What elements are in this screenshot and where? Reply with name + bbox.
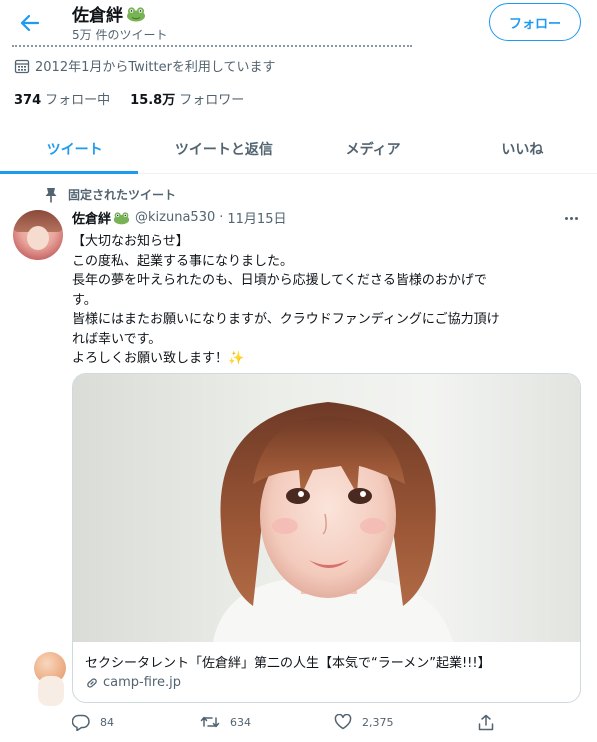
reply-icon (72, 714, 90, 731)
card-domain-text: camp-fire.jp (103, 675, 181, 690)
tweet-line: す。 (72, 292, 97, 308)
following-label: フォロー中 (45, 93, 111, 108)
follow-stats: 374 フォロー中 15.8万 フォロワー (14, 89, 244, 108)
tab-label: いいね (501, 141, 544, 158)
tweet-line-last: よろしくお願い致します！✨ (72, 349, 572, 369)
tab-tweets[interactable]: ツイート (0, 124, 149, 174)
profile-tabs: ツイート ツイートと返信 メディア いいね (0, 124, 597, 174)
follow-button[interactable]: フォロー (489, 3, 581, 41)
profile-title: 佐倉絆 (72, 1, 146, 26)
tweet-line: よろしくお願い致します！ (72, 351, 229, 366)
tweet-count: 5万 件のツイート (72, 28, 168, 42)
tweet-line: 長年の夢を叶えられたのも、日頃から応援してくださる皆様のおかげで (72, 273, 487, 288)
author-name[interactable]: 佐倉絆 (72, 208, 130, 227)
card-caption: セクシータレント「佐倉絆」第二の人生【本気で“ラーメン”起業!!!】 (85, 656, 491, 671)
card-domain: camp-fire.jp (85, 675, 181, 690)
author-name-text: 佐倉絆 (72, 212, 112, 227)
pin-icon (45, 187, 57, 202)
tweet-header: 佐倉絆 @kizuna530 · 11月15日 (72, 208, 286, 227)
arrow-left-icon (20, 14, 39, 32)
link-card[interactable]: セクシータレント「佐倉絆」第二の人生【本気で“ラーメン”起業!!!】 camp-… (72, 373, 581, 703)
retweet-count: 634 (230, 715, 251, 729)
retweet-button[interactable]: 634 (200, 714, 251, 730)
tab-label: ツイートと返信 (174, 141, 273, 158)
tweet-date[interactable]: 11月15日 (227, 208, 286, 227)
tab-label: ツイート (46, 141, 103, 158)
pinned-label: 固定されたツイート (68, 188, 177, 202)
tweet-line: この度私、起業する事になりました。 (72, 253, 294, 269)
truncated-bio-line (12, 44, 432, 50)
share-button[interactable] (478, 714, 494, 731)
tweet-text: 【大切なお知らせ】 この度私、起業する事になりました。 長年の夢を叶えられたのも… (72, 232, 572, 369)
active-tab-indicator (0, 171, 138, 174)
tweet-actions: 84 634 2,375 (72, 710, 512, 734)
separator-dot: · (219, 210, 224, 225)
following-link[interactable]: 374 フォロー中 (14, 89, 110, 108)
tab-likes[interactable]: いいね (448, 124, 597, 173)
share-icon (478, 714, 494, 730)
reply-count: 84 (100, 715, 114, 729)
like-count: 2,375 (362, 715, 394, 729)
following-count: 374 (14, 93, 42, 108)
tweet-line: 皆様にはまたお願いになりますが、クラウドファンディングにご協力頂け (72, 312, 500, 327)
retweet-icon (200, 716, 220, 728)
tab-media[interactable]: メディア (299, 124, 448, 173)
pinned-indicator: 固定されたツイート (44, 186, 176, 203)
profile-header: 佐倉絆 5万 件のツイート フォロー (0, 0, 597, 44)
tweet-line: 【大切なお知らせ】 (72, 234, 189, 249)
portrait-illustration (213, 402, 453, 642)
frog-emoji-icon (113, 211, 130, 224)
more-button[interactable] (560, 210, 582, 226)
profile-name-text: 佐倉絆 (72, 6, 123, 26)
joined-text: 2012年1月からTwitterを利用しています (35, 60, 276, 75)
back-button[interactable] (14, 8, 44, 38)
avatar[interactable] (13, 210, 63, 260)
author-handle[interactable]: @kizuna530 (135, 210, 215, 225)
like-button[interactable]: 2,375 (334, 714, 394, 730)
frog-emoji-icon (127, 6, 145, 21)
joined-date: 2012年1月からTwitterを利用しています (14, 56, 276, 75)
calendar-icon (14, 59, 30, 73)
reply-button[interactable]: 84 (72, 714, 114, 731)
tweet-line: れば幸いです。 (72, 331, 162, 347)
tab-tweets-and-replies[interactable]: ツイートと返信 (149, 124, 298, 173)
card-image (73, 374, 580, 642)
followers-link[interactable]: 15.8万 フォロワー (130, 89, 244, 108)
link-icon (87, 677, 97, 688)
heart-icon (334, 714, 352, 730)
tab-label: メディア (345, 141, 401, 158)
followers-label: フォロワー (179, 93, 245, 108)
followers-count: 15.8万 (130, 93, 176, 108)
more-icon (564, 216, 578, 220)
sparkles-icon: ✨ (228, 351, 245, 366)
